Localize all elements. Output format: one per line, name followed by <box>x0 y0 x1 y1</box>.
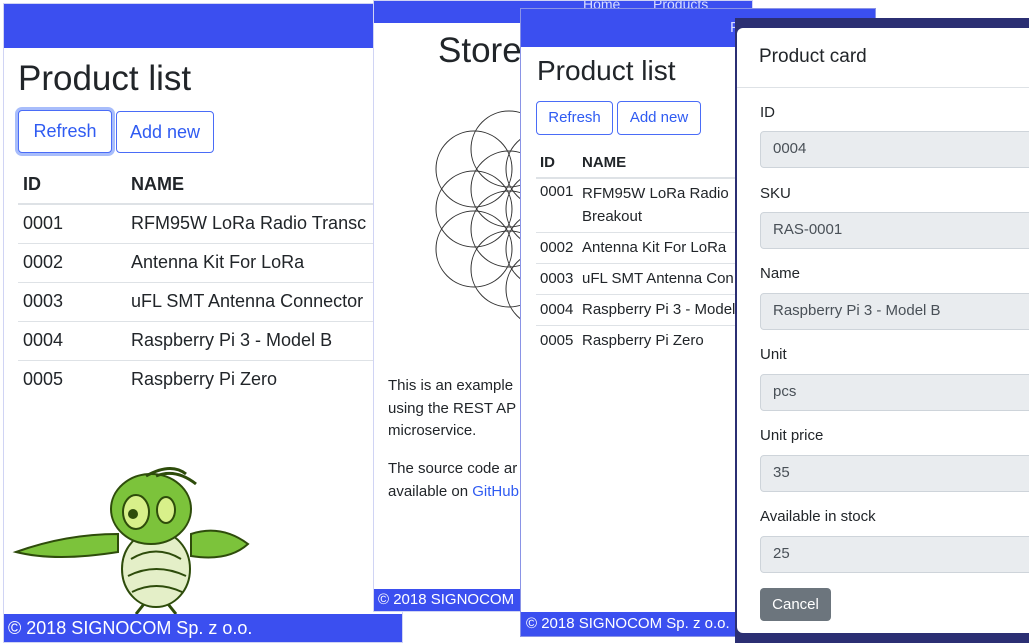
add-new-button[interactable]: Add new <box>116 111 214 153</box>
field-label-stock: Available in stock <box>760 508 876 525</box>
name-field[interactable]: Raspberry Pi 3 - Model B <box>760 293 1029 330</box>
unit-field[interactable]: pcs <box>760 374 1029 411</box>
footer: © 2018 SIGNOCOM Sp. z o.o. <box>4 614 402 642</box>
row-id: 0005 <box>23 369 64 390</box>
source-line: The source code ar <box>388 460 518 477</box>
unit-price-field[interactable]: 35 <box>760 455 1029 492</box>
row-name: Raspberry Pi 3 - Model B <box>131 330 333 350</box>
row-id: 0005 <box>540 332 574 350</box>
field-label-id: ID <box>760 104 775 121</box>
github-link[interactable]: GitHub <box>472 483 519 500</box>
field-label-unit: Unit <box>760 346 787 363</box>
table-header-row: ID NAME <box>18 166 398 204</box>
table-row[interactable]: 0001 RFM95W LoRa Radio Transc <box>18 204 398 243</box>
modal-header: Product card <box>737 28 1029 88</box>
footer-copyright: © 2018 SIGNOCOM <box>378 591 515 608</box>
page-title: Product list <box>537 55 676 86</box>
stock-field[interactable]: 25 <box>760 536 1029 573</box>
row-id: 0003 <box>23 291 64 311</box>
source-line-2: available on GitHub <box>388 482 519 500</box>
column-header-name: NAME <box>131 174 184 194</box>
top-navbar <box>4 4 402 48</box>
cricket-mascot-illustration <box>12 467 250 614</box>
column-header-id: ID <box>23 174 41 194</box>
row-id: 0001 <box>23 213 64 234</box>
row-id: 0004 <box>540 301 574 318</box>
page-title: Product list <box>18 59 192 98</box>
modal-title: Product card <box>759 46 867 67</box>
intro-line: using the REST AP <box>388 399 517 417</box>
field-label-sku: SKU <box>760 185 791 202</box>
table-row[interactable]: 0002 Antenna Kit For LoRa <box>18 243 398 282</box>
cancel-button[interactable]: Cancel <box>760 588 831 621</box>
row-id: 0003 <box>540 270 574 287</box>
field-label-unit-price: Unit price <box>760 427 824 444</box>
row-id: 0004 <box>23 330 64 350</box>
refresh-button[interactable]: Refresh <box>18 110 112 153</box>
intro-line: This is an example <box>388 377 514 394</box>
row-name: Raspberry Pi Zero <box>131 369 278 390</box>
row-name: RFM95W LoRa Radio Transc <box>131 213 367 234</box>
sku-field[interactable]: RAS-0001 <box>760 212 1029 249</box>
footer-copyright: © 2018 SIGNOCOM Sp. z o.o. <box>8 618 253 638</box>
field-label-name: Name <box>760 265 801 282</box>
add-new-button[interactable]: Add new <box>617 101 701 135</box>
intro-line: microservice. <box>388 422 477 439</box>
row-id: 0002 <box>540 239 574 256</box>
refresh-button[interactable]: Refresh <box>536 101 613 135</box>
column-header-id: ID <box>540 153 555 171</box>
source-paragraph: The source code ar available on GitHub <box>388 458 528 503</box>
row-name: Antenna Kit For LoRa <box>131 252 305 272</box>
table-row[interactable]: 0004 Raspberry Pi 3 - Model B <box>18 321 398 360</box>
product-table: ID NAME 0001 RFM95W LoRa Radio Transc 00… <box>18 166 398 399</box>
window-product-list-main: Product list Refresh Add new ID NAME 000… <box>3 3 403 643</box>
table-row[interactable]: 0005 Raspberry Pi Zero <box>18 360 398 399</box>
id-field[interactable]: 0004 <box>760 131 1029 168</box>
page-title: Store <box>438 31 522 70</box>
intro-paragraph: This is an example using the REST AP mic… <box>388 375 528 443</box>
footer-copyright: © 2018 SIGNOCOM Sp. z o.o. <box>526 615 730 632</box>
table-row[interactable]: 0003 uFL SMT Antenna Connector <box>18 282 398 321</box>
row-id: 0002 <box>23 252 64 272</box>
product-card-modal: Product card ID 0004 SKU RAS-0001 Name R… <box>737 28 1029 633</box>
row-name: uFL SMT Antenna Connector <box>131 291 364 311</box>
row-id: 0001 <box>540 183 574 200</box>
